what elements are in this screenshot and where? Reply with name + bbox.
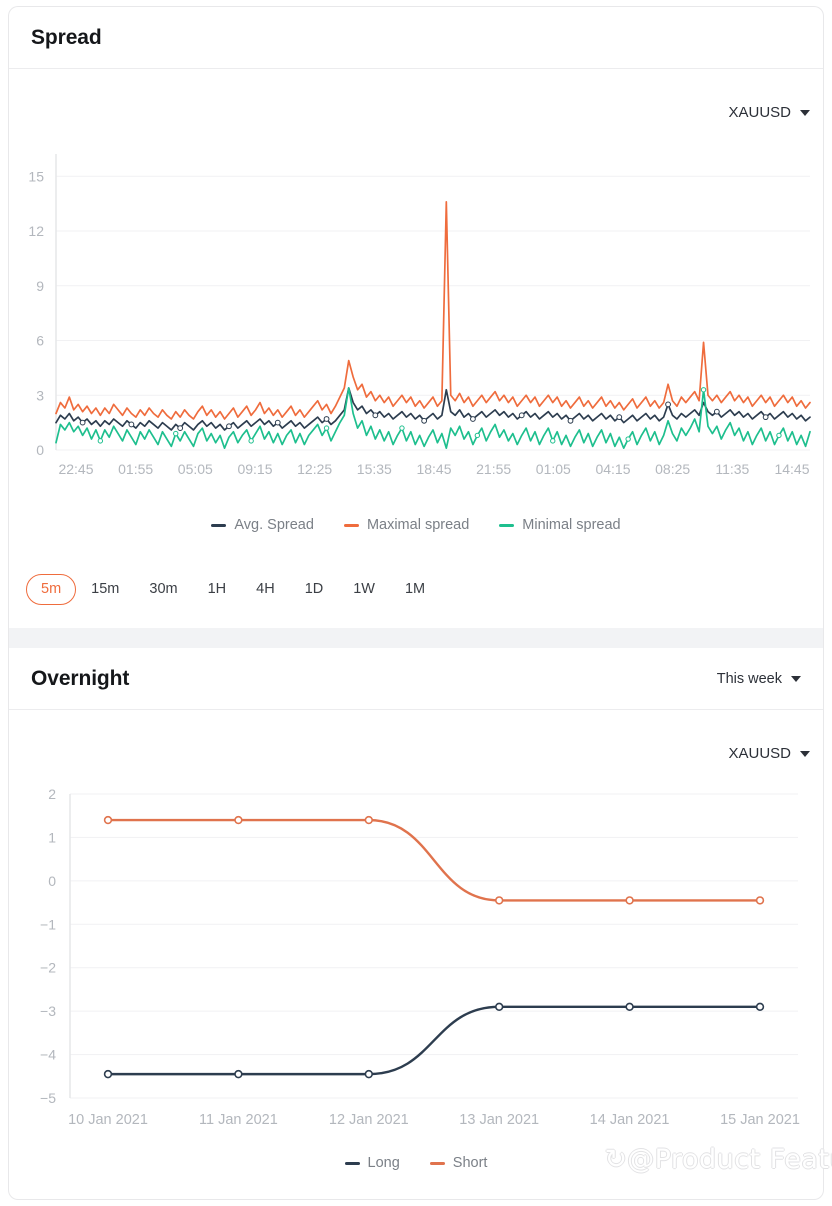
svg-text:−4: −4	[40, 1047, 56, 1063]
svg-text:09:15: 09:15	[237, 461, 272, 477]
svg-text:1: 1	[48, 829, 56, 845]
spread-overnight-page: Spread XAUUSD 0 3 6 9 12 15 22:45 01:55 05:05 09:…	[0, 0, 832, 1206]
card-divider	[8, 628, 824, 648]
overnight-title: Overnight	[31, 666, 130, 690]
spread-symbol-label: XAUUSD	[728, 104, 791, 121]
range-button-1d[interactable]: 1D	[290, 574, 339, 605]
legend-swatch-icon	[343, 523, 359, 527]
svg-text:−1: −1	[40, 916, 56, 932]
svg-text:01:55: 01:55	[118, 461, 153, 477]
svg-text:0: 0	[48, 873, 56, 889]
svg-text:14:45: 14:45	[774, 461, 809, 477]
svg-text:−3: −3	[40, 1003, 56, 1019]
spread-symbol-selector[interactable]: XAUUSD	[728, 104, 810, 121]
svg-text:15 Jan 2021: 15 Jan 2021	[720, 1112, 800, 1128]
overnight-legend: Long Short	[0, 1155, 832, 1171]
svg-text:21:55: 21:55	[476, 461, 511, 477]
legend-item-short[interactable]: Short	[429, 1155, 488, 1171]
spread-range-selector[interactable]: 5m 15m 30m 1H 4H 1D 1W 1M	[26, 574, 440, 605]
svg-text:08:25: 08:25	[655, 461, 690, 477]
svg-text:18:45: 18:45	[416, 461, 451, 477]
svg-text:10 Jan 2021: 10 Jan 2021	[68, 1112, 148, 1128]
range-button-4h[interactable]: 4H	[241, 574, 290, 605]
range-button-1w[interactable]: 1W	[338, 574, 390, 605]
legend-item-avg-spread[interactable]: Avg. Spread	[211, 517, 314, 533]
svg-text:12: 12	[28, 223, 44, 239]
legend-item-minimal-spread[interactable]: Minimal spread	[499, 517, 621, 533]
chevron-down-icon	[800, 109, 810, 116]
legend-swatch-icon	[499, 523, 515, 527]
svg-text:15:35: 15:35	[357, 461, 392, 477]
legend-label: Maximal spread	[366, 517, 470, 533]
svg-text:14 Jan 2021: 14 Jan 2021	[590, 1112, 670, 1128]
legend-label: Avg. Spread	[234, 517, 314, 533]
legend-label: Short	[452, 1155, 488, 1171]
svg-text:12 Jan 2021: 12 Jan 2021	[329, 1112, 409, 1128]
svg-text:3: 3	[36, 387, 44, 403]
range-button-30m[interactable]: 30m	[134, 574, 192, 605]
svg-text:2: 2	[48, 786, 56, 802]
overnight-period-label: This week	[716, 670, 782, 687]
svg-text:0: 0	[36, 442, 44, 458]
overnight-line-chart[interactable]: 2 1 0 −1 −2 −3 −4 −5 10 Jan 2021 11 Jan 2021 12 Ja…	[8, 780, 824, 1140]
svg-text:22:45: 22:45	[58, 461, 93, 477]
svg-text:6: 6	[36, 333, 44, 349]
svg-text:−2: −2	[40, 960, 56, 976]
spread-line-chart[interactable]: 0 3 6 9 12 15 22:45 01:55 05:05 09:15 12:25 15:35 18…	[8, 140, 824, 490]
chevron-down-icon	[800, 750, 810, 757]
legend-swatch-icon	[344, 1161, 360, 1165]
svg-text:11 Jan 2021: 11 Jan 2021	[199, 1112, 278, 1128]
page-title: Spread	[31, 25, 102, 49]
range-button-1h[interactable]: 1H	[193, 574, 242, 605]
range-button-15m[interactable]: 15m	[76, 574, 134, 605]
overnight-symbol-label: XAUUSD	[728, 745, 791, 762]
chevron-down-icon	[791, 675, 801, 682]
range-button-1m[interactable]: 1M	[390, 574, 440, 605]
svg-text:12:25: 12:25	[297, 461, 332, 477]
svg-text:15: 15	[28, 168, 44, 184]
svg-text:11:35: 11:35	[715, 461, 749, 477]
overnight-period-selector[interactable]: This week	[717, 671, 801, 687]
legend-label: Minimal spread	[522, 517, 621, 533]
range-button-5m[interactable]: 5m	[26, 574, 77, 605]
legend-item-long[interactable]: Long	[344, 1155, 400, 1171]
legend-swatch-icon	[429, 1161, 445, 1165]
legend-swatch-icon	[211, 523, 227, 527]
svg-text:9: 9	[36, 278, 44, 294]
svg-text:04:15: 04:15	[595, 461, 630, 477]
spread-legend: Avg. Spread Maximal spread Minimal spread	[0, 517, 832, 533]
svg-text:05:05: 05:05	[178, 461, 213, 477]
svg-text:01:05: 01:05	[536, 461, 571, 477]
spread-card-header: Spread	[9, 7, 823, 69]
overnight-symbol-selector[interactable]: XAUUSD	[728, 745, 810, 762]
svg-text:13 Jan 2021: 13 Jan 2021	[459, 1112, 539, 1128]
overnight-card-header: Overnight This week	[9, 648, 823, 710]
svg-text:−5: −5	[40, 1090, 56, 1106]
legend-item-maximal-spread[interactable]: Maximal spread	[343, 517, 470, 533]
legend-label: Long	[367, 1155, 400, 1171]
